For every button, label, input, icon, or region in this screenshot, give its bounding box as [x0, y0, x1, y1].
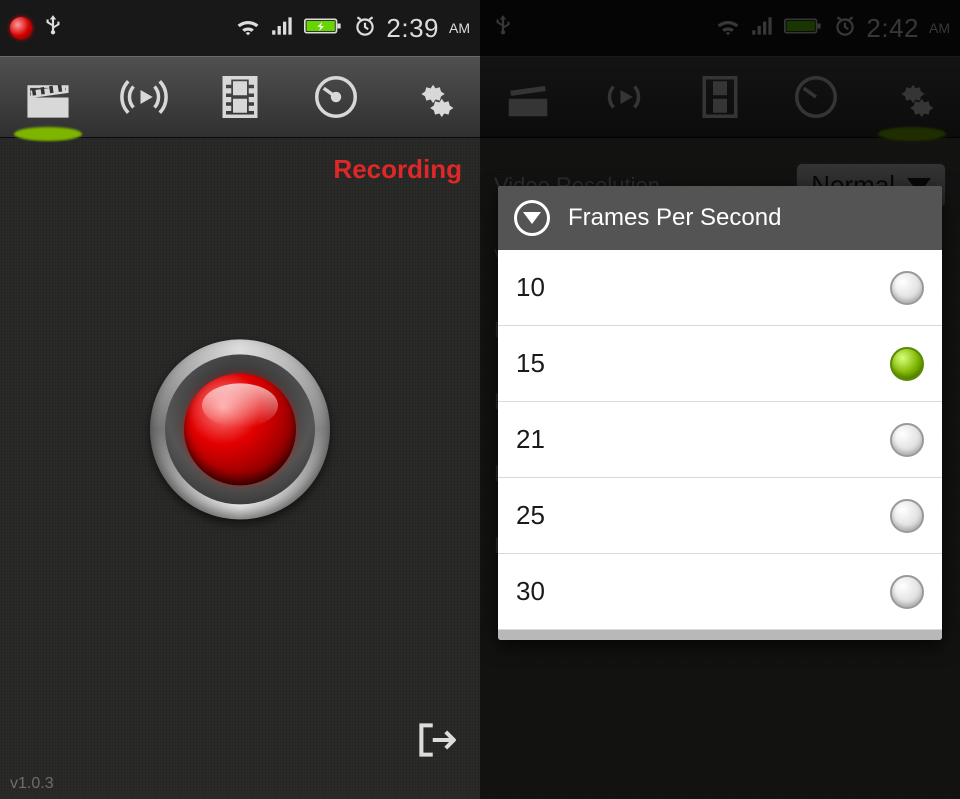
usb-icon — [40, 13, 66, 44]
fps-option-15[interactable]: 15 — [498, 326, 942, 402]
radio-icon — [890, 271, 924, 305]
toolbar — [0, 56, 480, 138]
status-bar: 2:39 AM — [0, 0, 480, 56]
option-label: 10 — [516, 272, 545, 303]
option-label: 15 — [516, 348, 545, 379]
record-screen: Recording v1.0.3 — [0, 138, 480, 799]
radio-selected-icon — [890, 347, 924, 381]
version-label: v1.0.3 — [10, 775, 54, 793]
tab-gauge[interactable] — [288, 57, 384, 137]
fps-option-30[interactable]: 30 — [498, 554, 942, 630]
tab-settings[interactable] — [384, 57, 480, 137]
fps-option-25[interactable]: 25 — [498, 478, 942, 554]
chevron-down-circle-icon — [514, 200, 550, 236]
clock-time: 2:39 — [386, 13, 439, 44]
option-label: 30 — [516, 576, 545, 607]
wifi-icon — [234, 12, 262, 45]
fps-dialog: Frames Per Second 10 15 21 25 30 — [498, 186, 942, 640]
recording-indicator-icon — [10, 17, 32, 39]
radio-icon — [890, 499, 924, 533]
tab-film[interactable] — [192, 57, 288, 137]
radio-icon — [890, 575, 924, 609]
tab-record[interactable] — [0, 57, 96, 137]
fps-option-21[interactable]: 21 — [498, 402, 942, 478]
fps-option-10[interactable]: 10 — [498, 250, 942, 326]
dialog-header: Frames Per Second — [498, 186, 942, 250]
clock-ampm: AM — [449, 20, 470, 36]
dialog-title: Frames Per Second — [568, 204, 781, 232]
option-label: 21 — [516, 424, 545, 455]
record-button[interactable] — [150, 339, 330, 519]
dialog-footer — [498, 630, 942, 640]
right-screenshot: 2:42 AM Video Resolution — [480, 0, 960, 799]
battery-icon — [304, 14, 344, 43]
signal-icon — [270, 13, 296, 44]
tab-broadcast[interactable] — [96, 57, 192, 137]
option-label: 25 — [516, 500, 545, 531]
left-screenshot: 2:39 AM Recording — [0, 0, 480, 799]
exit-button[interactable] — [410, 714, 462, 771]
recording-status-label: Recording — [333, 154, 462, 185]
radio-icon — [890, 423, 924, 457]
alarm-icon — [352, 13, 378, 44]
